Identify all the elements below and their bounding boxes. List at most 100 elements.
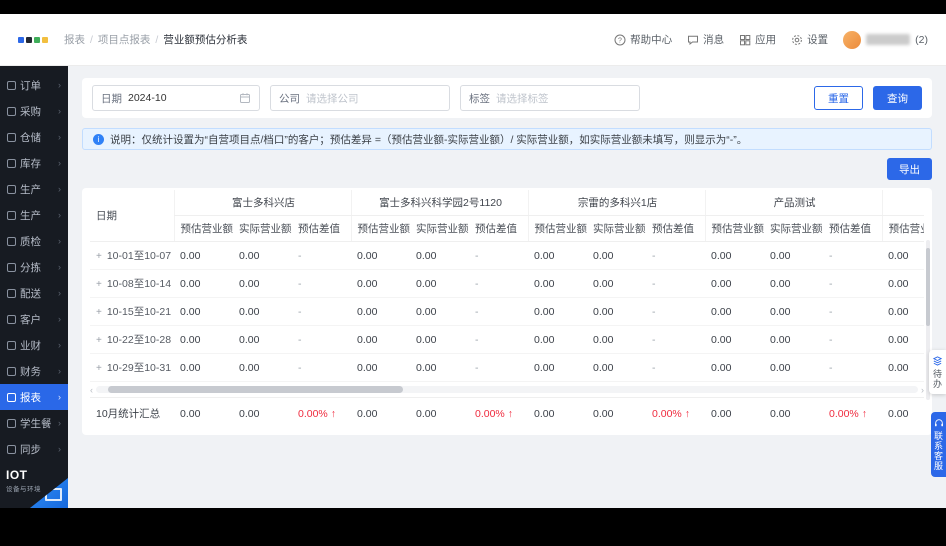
breadcrumb-item[interactable]: 报表	[64, 32, 85, 47]
summary-table: 10月统计汇总 0.00 0.00 0.00% ↑ 0.00 0.00 0.00% ↑ 0.0…	[90, 397, 924, 429]
table-row: +10-29至10-31 0.00 0.00-0.00 0.00-0.00 0.00-0…	[90, 353, 924, 382]
col-sub: 预估营业额	[527, 215, 588, 242]
cell-value: 0.00	[882, 353, 924, 382]
gear-icon	[792, 34, 803, 45]
col-sub: 预估差值	[646, 215, 706, 242]
sidebar-item-9[interactable]: 客户 ›	[0, 306, 68, 332]
cell-value: 0.00	[764, 353, 824, 382]
cell-value: -	[646, 353, 706, 382]
breadcrumb-item[interactable]: 项目点报表	[98, 32, 151, 47]
sidebar-menu: 订单 › 采购 › 仓储 › 库存 › 生产 › 生产 › 质检 › 分拣 › 配送 › 客户 › 业财 › 财务 › 报表 › 学…	[0, 72, 68, 462]
summary-value: 0.00	[410, 397, 469, 429]
sidebar-item-3[interactable]: 库存 ›	[0, 150, 68, 176]
cell-value: -	[469, 269, 529, 298]
cell-value: 0.00	[410, 241, 470, 270]
cell-value: -	[646, 325, 706, 354]
screen: 报表 / 项目点报表 / 营业额预估分析表 ? 帮助中心 消息 应用 设置 (2…	[0, 0, 946, 546]
chevron-right-icon: ›	[58, 288, 61, 298]
col-sub: 实际营业额	[233, 215, 292, 242]
cell-value: -	[292, 353, 352, 382]
breadcrumb: 报表 / 项目点报表 / 营业额预估分析表	[64, 32, 247, 47]
company-filter-placeholder: 请选择公司	[306, 92, 359, 105]
sidebar-item-label: 业财	[20, 339, 41, 352]
cell-value: -	[292, 325, 352, 354]
date-filter-value: 2024-10	[128, 92, 167, 104]
cell-value: 0.00	[351, 269, 411, 298]
cell-value: 0.00	[351, 353, 411, 382]
summary-value: 0.00	[233, 397, 292, 429]
help-center-button[interactable]: ? 帮助中心	[614, 32, 672, 47]
customer-service-float-button[interactable]: 联系客服	[931, 412, 946, 477]
sidebar-item-label: 报表	[20, 391, 41, 404]
sidebar-item-4[interactable]: 生产 ›	[0, 176, 68, 202]
menu-icon	[7, 80, 16, 90]
sidebar-item-11[interactable]: 财务 ›	[0, 358, 68, 384]
menu-icon	[7, 392, 16, 402]
todo-float-button[interactable]: 待办	[929, 350, 946, 394]
cell-value: 0.00	[705, 241, 765, 270]
sidebar-item-0[interactable]: 订单 ›	[0, 72, 68, 98]
sidebar-item-label: 生产	[20, 183, 41, 196]
horizontal-scrollbar-track[interactable]	[96, 386, 918, 393]
tag-filter-placeholder: 请选择标签	[496, 92, 549, 105]
report-table: 日期 富士多科兴店 富士多科兴科学园2号1120 宗雷的多科兴1店 产品测试 预估营业额实…	[90, 190, 924, 382]
expand-icon[interactable]: +	[96, 335, 102, 346]
menu-icon	[7, 184, 16, 194]
cell-value: 0.00	[528, 297, 588, 326]
filter-bar: 日期 2024-10 公司 请选择公司 标签 请选择标签 重置 查询	[82, 78, 932, 118]
row-date-label: 10-29至10-31	[106, 362, 172, 374]
page-title: 营业额预估分析表	[163, 34, 248, 46]
col-sub: 预估差值	[292, 215, 352, 242]
search-button[interactable]: 查询	[873, 86, 922, 110]
sidebar-item-6[interactable]: 质检 ›	[0, 228, 68, 254]
stack-icon	[932, 356, 943, 366]
apps-button[interactable]: 应用	[739, 32, 776, 47]
expand-icon[interactable]: +	[96, 251, 102, 262]
info-icon: i	[93, 133, 104, 145]
sidebar-item-5[interactable]: 生产 ›	[0, 202, 68, 228]
settings-label: 设置	[807, 34, 829, 46]
expand-icon[interactable]: +	[96, 363, 102, 374]
headset-icon	[934, 419, 943, 427]
sidebar-item-14[interactable]: 同步 ›	[0, 436, 68, 462]
summary-value: 0.00	[528, 397, 587, 429]
messages-button[interactable]: 消息	[687, 32, 724, 47]
sidebar-item-8[interactable]: 配送 ›	[0, 280, 68, 306]
settings-button[interactable]: 设置	[791, 32, 828, 47]
chevron-right-icon: ›	[58, 106, 61, 116]
iot-logo-title: IOT	[6, 468, 28, 482]
sidebar-item-13[interactable]: 学生餐 ›	[0, 410, 68, 436]
horizontal-scrollbar-thumb[interactable]	[108, 386, 403, 393]
summary-value: 0.00	[351, 397, 410, 429]
export-button[interactable]: 导出	[887, 158, 932, 180]
expand-icon[interactable]: +	[96, 279, 102, 290]
top-actions: ? 帮助中心 消息 应用 设置 (2)	[614, 30, 928, 49]
sidebar-item-1[interactable]: 采购 ›	[0, 98, 68, 124]
row-date-label: 10-08至10-14	[106, 278, 172, 290]
reset-button[interactable]: 重置	[814, 86, 863, 110]
sidebar-item-7[interactable]: 分拣 ›	[0, 254, 68, 280]
menu-icon	[7, 106, 16, 116]
user-menu[interactable]: (2)	[843, 30, 928, 49]
col-date: 日期	[90, 190, 174, 242]
chevron-right-icon: ›	[58, 444, 61, 454]
expand-icon[interactable]: +	[96, 307, 102, 318]
date-filter[interactable]: 日期 2024-10	[92, 85, 260, 111]
info-banner-text: 说明：仅统计设置为“自营项目点/档口”的客户；预估差异 =（预估营业额-实际营业…	[110, 133, 748, 146]
sidebar-item-12[interactable]: 报表 ›	[0, 384, 68, 410]
date-filter-label: 日期	[101, 92, 122, 105]
col-sub: 预估营业额	[173, 215, 233, 242]
sidebar-item-10[interactable]: 业财 ›	[0, 332, 68, 358]
chevron-right-icon: ›	[58, 418, 61, 428]
company-filter[interactable]: 公司 请选择公司	[270, 85, 450, 111]
cell-value: 0.00	[882, 325, 924, 354]
table-row: +10-01至10-07 0.00 0.00-0.00 0.00-0.00 0.00-0…	[90, 241, 924, 270]
chevron-right-icon: ›	[58, 392, 61, 402]
sidebar-item-2[interactable]: 仓储 ›	[0, 124, 68, 150]
scroll-right-icon[interactable]: ›	[921, 385, 924, 395]
menu-icon	[7, 444, 16, 454]
scroll-left-icon[interactable]: ‹	[90, 385, 93, 395]
cell-value: 0.00	[587, 325, 647, 354]
cell-value: 0.00	[587, 241, 647, 270]
tag-filter[interactable]: 标签 请选择标签	[460, 85, 640, 111]
